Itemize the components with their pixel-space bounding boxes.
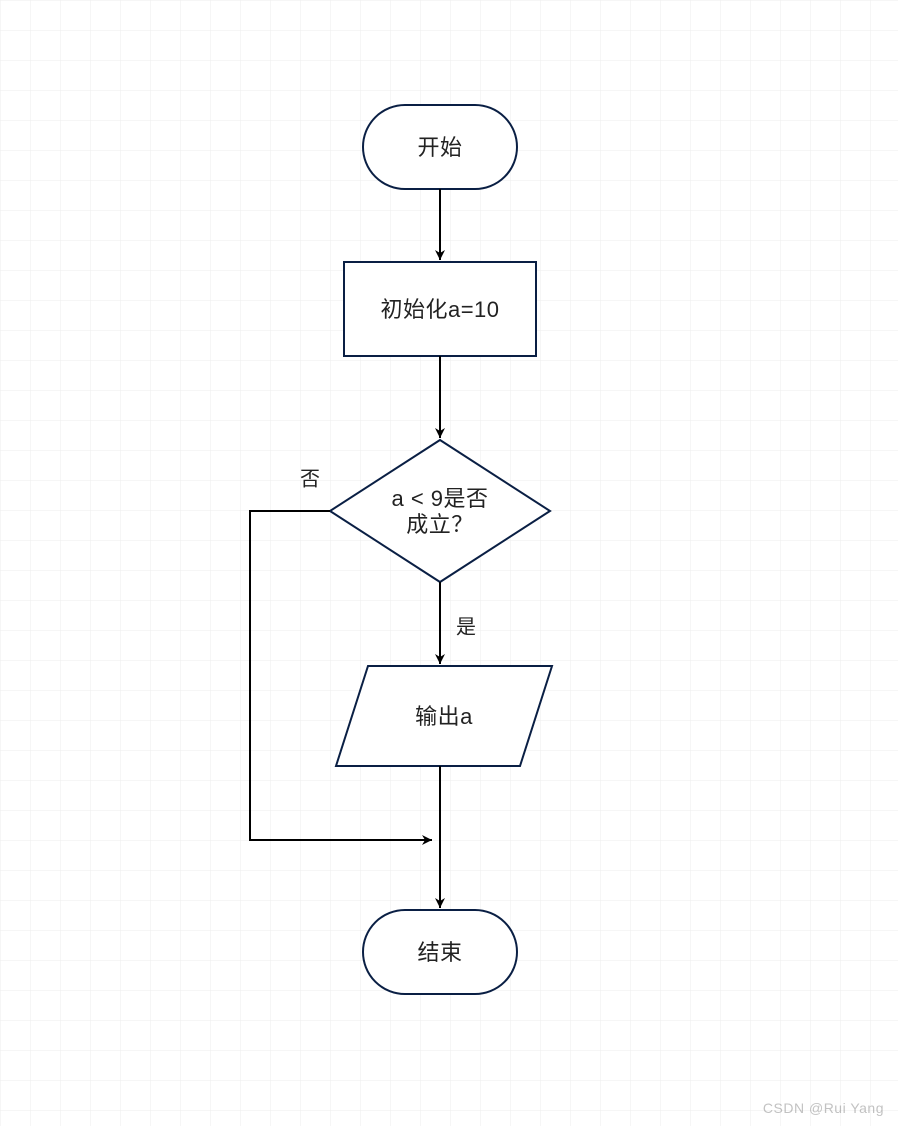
flowchart-canvas: 开始 初始化a=10 a < 9是否 成立？ 否 是 输出a — [0, 0, 898, 1126]
edge-label-no: 否 — [300, 468, 320, 490]
start-node: 开始 — [363, 105, 517, 189]
init-label: 初始化a=10 — [380, 297, 499, 322]
edge-label-yes: 是 — [456, 616, 476, 638]
start-label: 开始 — [417, 135, 462, 160]
end-node: 结束 — [363, 910, 517, 994]
decision-label-line2: 成立？ — [406, 512, 474, 537]
output-node: 输出a — [336, 666, 552, 766]
decision-node: a < 9是否 成立？ — [330, 440, 550, 582]
decision-label-line1: a < 9是否 — [391, 486, 488, 511]
flowchart-svg: 开始 初始化a=10 a < 9是否 成立？ 否 是 输出a — [0, 0, 898, 1126]
output-label: 输出a — [415, 704, 473, 729]
end-label: 结束 — [417, 940, 462, 965]
init-node: 初始化a=10 — [344, 262, 536, 356]
